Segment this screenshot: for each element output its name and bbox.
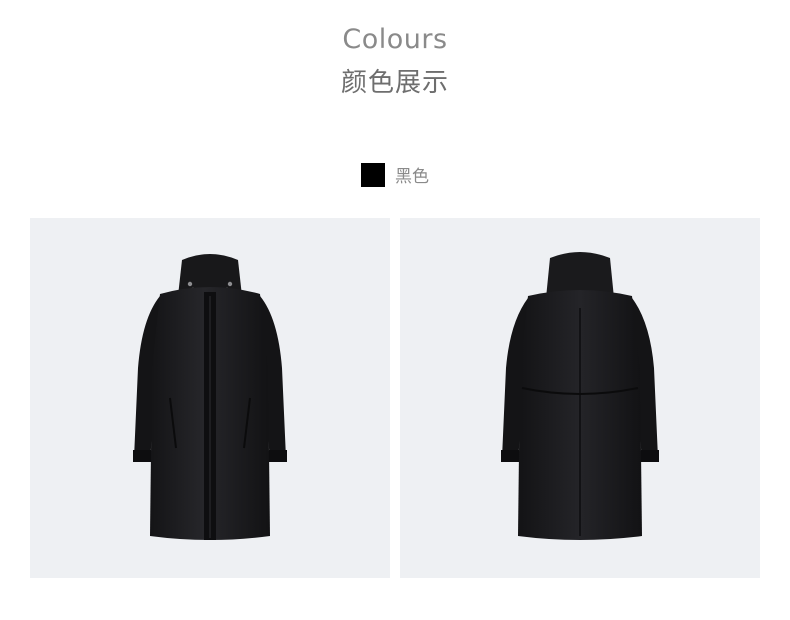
colours-heading-en: Colours [342,24,448,55]
jacket-front-image [133,254,287,540]
colours-heading-cn: 颜色展示 [340,68,449,98]
black-colour-swatch[interactable] [361,162,385,187]
colour-option-label: 黑色 [395,167,429,187]
product-image-front [30,218,390,578]
product-image-back [400,218,760,578]
colour-option[interactable]: 黑色 [0,162,790,187]
jacket-back-image [501,252,659,540]
